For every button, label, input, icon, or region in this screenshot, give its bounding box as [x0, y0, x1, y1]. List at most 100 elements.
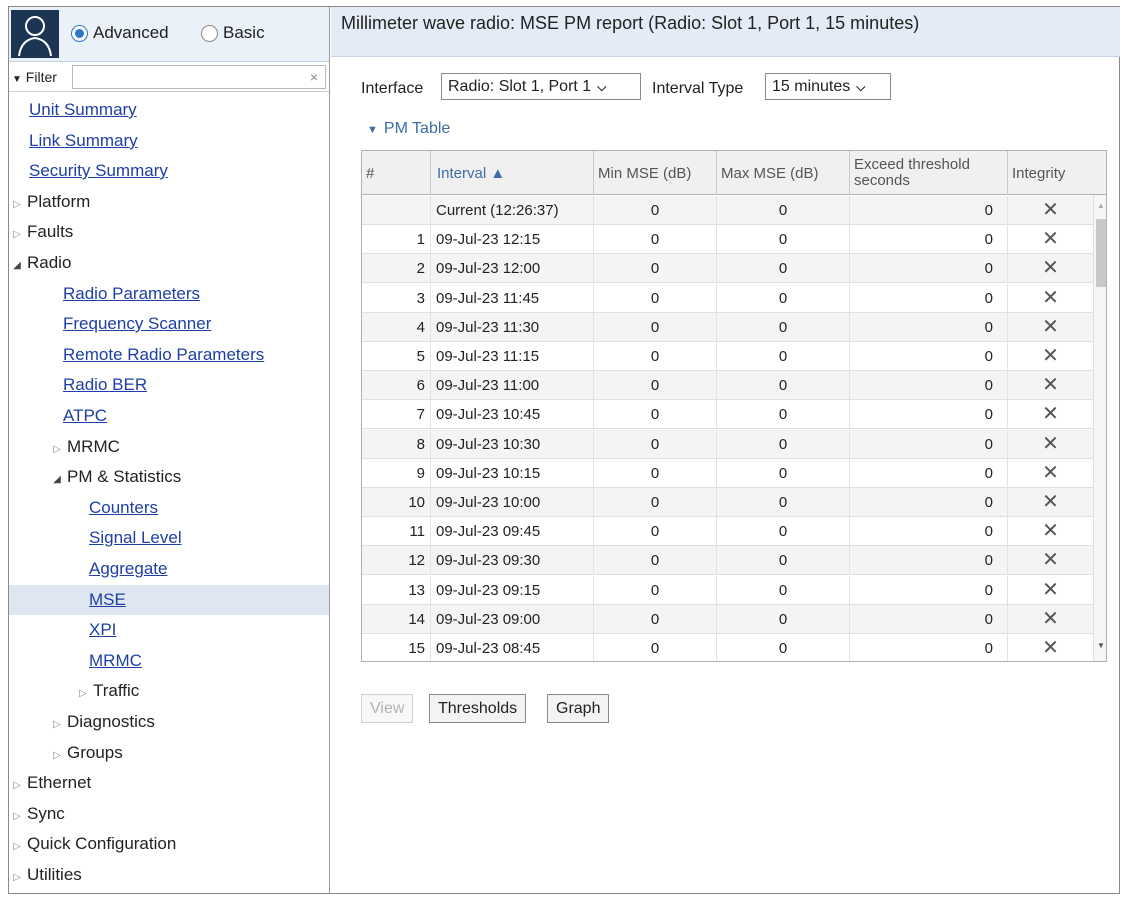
cell-exceed: 0 — [850, 430, 1008, 459]
nav-folder-platform[interactable]: ▷ Platform — [9, 187, 329, 217]
nav-link-mse[interactable]: MSE — [9, 585, 329, 615]
nav-link-security-summary[interactable]: Security Summary — [9, 156, 329, 186]
nav-link-frequency-scanner[interactable]: Frequency Scanner — [9, 309, 329, 339]
cell-integrity: ✕ — [1008, 196, 1093, 225]
nav-folder-groups[interactable]: ▷ Groups — [9, 738, 329, 768]
integrity-fail-icon: ✕ — [1042, 403, 1059, 425]
radio-checked-icon — [71, 24, 88, 42]
cell-integrity: ✕ — [1008, 254, 1093, 283]
column-header-exceed[interactable]: Exceed threshold seconds — [850, 151, 1008, 195]
caret-closed-icon[interactable]: ▷ — [51, 710, 63, 740]
table-row[interactable]: 13 09-Jul-23 09:15 0 0 0 ✕ — [362, 576, 1093, 605]
nav-link-xpi[interactable]: XPI — [9, 615, 329, 645]
nav-folder-pm-statistics[interactable]: ◢ PM & Statistics — [9, 462, 329, 492]
table-scrollbar[interactable]: ▲ ▼ — [1093, 195, 1106, 661]
user-icon[interactable] — [11, 10, 59, 58]
graph-button[interactable]: Graph — [547, 694, 610, 723]
nav-link-aggregate[interactable]: Aggregate — [9, 554, 329, 584]
table-row[interactable]: 2 09-Jul-23 12:00 0 0 0 ✕ — [362, 254, 1093, 283]
nav-link-signal-level[interactable]: Signal Level — [9, 523, 329, 553]
nav-folder-mrmc[interactable]: ▷ MRMC — [9, 432, 329, 462]
caret-closed-icon[interactable]: ▷ — [11, 771, 23, 801]
nav-label: Radio — [27, 253, 72, 272]
caret-open-icon[interactable]: ◢ — [51, 465, 63, 495]
nav-folder-sync[interactable]: ▷ Sync — [9, 799, 329, 829]
cell-exceed: 0 — [850, 546, 1008, 575]
caret-closed-icon[interactable]: ▷ — [11, 863, 23, 893]
nav-label: Security Summary — [29, 161, 168, 180]
nav-folder-utilities[interactable]: ▷ Utilities — [9, 860, 329, 890]
cell-interval: 09-Jul-23 10:00 — [431, 488, 594, 517]
nav-link-link-summary[interactable]: Link Summary — [9, 126, 329, 156]
view-button[interactable]: View — [361, 694, 414, 723]
caret-closed-icon[interactable]: ▷ — [51, 435, 63, 465]
caret-closed-icon[interactable]: ▷ — [11, 190, 23, 220]
nav-link-radio-ber[interactable]: Radio BER — [9, 370, 329, 400]
caret-open-icon[interactable]: ◢ — [11, 251, 23, 281]
table-row[interactable]: 7 09-Jul-23 10:45 0 0 0 ✕ — [362, 400, 1093, 429]
nav-link-radio-parameters[interactable]: Radio Parameters — [9, 279, 329, 309]
thresholds-button[interactable]: Thresholds — [429, 694, 527, 723]
column-header-min-mse[interactable]: Min MSE (dB) — [594, 151, 717, 195]
nav-link-mrmc[interactable]: MRMC — [9, 646, 329, 676]
integrity-fail-icon: ✕ — [1042, 520, 1059, 542]
caret-closed-icon[interactable]: ▷ — [51, 741, 63, 771]
table-row[interactable]: Current (12:26:37) 0 0 0 ✕ — [362, 196, 1093, 225]
nav-folder-ethernet[interactable]: ▷ Ethernet — [9, 768, 329, 798]
nav-link-counters[interactable]: Counters — [9, 493, 329, 523]
interface-select[interactable]: Radio: Slot 1, Port 1 ⌵ — [441, 73, 641, 100]
cell-integrity: ✕ — [1008, 430, 1093, 459]
mode-basic-radio[interactable]: Basic — [201, 23, 265, 43]
cell-max-mse: 0 — [717, 284, 850, 313]
cell-max-mse: 0 — [717, 225, 850, 254]
table-row[interactable]: 15 09-Jul-23 08:45 0 0 0 ✕ — [362, 634, 1093, 661]
nav-folder-faults[interactable]: ▷ Faults — [9, 217, 329, 247]
table-row[interactable]: 4 09-Jul-23 11:30 0 0 0 ✕ — [362, 313, 1093, 342]
nav-label: Diagnostics — [67, 712, 155, 731]
table-row[interactable]: 3 09-Jul-23 11:45 0 0 0 ✕ — [362, 284, 1093, 313]
caret-closed-icon[interactable]: ▷ — [77, 679, 89, 709]
caret-closed-icon[interactable]: ▷ — [11, 802, 23, 832]
cell-min-mse: 0 — [594, 342, 717, 371]
table-row[interactable]: 6 09-Jul-23 11:00 0 0 0 ✕ — [362, 371, 1093, 400]
scroll-down-icon[interactable]: ▼ — [1094, 639, 1106, 653]
scroll-up-icon[interactable]: ▲ — [1094, 199, 1106, 213]
scrollbar-thumb[interactable] — [1096, 219, 1106, 287]
table-row[interactable]: 9 09-Jul-23 10:15 0 0 0 ✕ — [362, 459, 1093, 488]
nav-folder-traffic[interactable]: ▷ Traffic — [9, 676, 329, 706]
column-header-num[interactable]: # — [362, 151, 431, 195]
clear-filter-icon[interactable]: × — [305, 68, 323, 86]
table-row[interactable]: 1 09-Jul-23 12:15 0 0 0 ✕ — [362, 225, 1093, 254]
cell-min-mse: 0 — [594, 254, 717, 283]
caret-closed-icon[interactable]: ▷ — [11, 832, 23, 862]
integrity-fail-icon: ✕ — [1042, 316, 1059, 338]
filter-input[interactable] — [72, 65, 326, 89]
nav-link-unit-summary[interactable]: Unit Summary — [9, 95, 329, 125]
column-header-max-mse[interactable]: Max MSE (dB) — [717, 151, 850, 195]
filter-toggle[interactable]: ▼ Filter — [12, 69, 57, 85]
cell-max-mse: 0 — [717, 605, 850, 634]
table-row[interactable]: 10 09-Jul-23 10:00 0 0 0 ✕ — [362, 488, 1093, 517]
nav-link-remote-radio-parameters[interactable]: Remote Radio Parameters — [9, 340, 329, 370]
exceed-header-line2: seconds — [854, 172, 910, 189]
table-row[interactable]: 11 09-Jul-23 09:45 0 0 0 ✕ — [362, 517, 1093, 546]
interval-type-select[interactable]: 15 minutes ⌵ — [765, 73, 891, 100]
column-header-interval[interactable]: Interval ▲ — [431, 151, 594, 195]
table-row[interactable]: 14 09-Jul-23 09:00 0 0 0 ✕ — [362, 605, 1093, 634]
nav-label: MRMC — [89, 651, 142, 670]
table-row[interactable]: 8 09-Jul-23 10:30 0 0 0 ✕ — [362, 430, 1093, 459]
nav-link-atpc[interactable]: ATPC — [9, 401, 329, 431]
nav-folder-diagnostics[interactable]: ▷ Diagnostics — [9, 707, 329, 737]
cell-exceed: 0 — [850, 576, 1008, 605]
mode-advanced-radio[interactable]: Advanced — [71, 23, 169, 43]
cell-integrity: ✕ — [1008, 342, 1093, 371]
table-row[interactable]: 5 09-Jul-23 11:15 0 0 0 ✕ — [362, 342, 1093, 371]
pm-table-title: PM Table — [383, 120, 451, 137]
pm-table-toggle[interactable]: ▼ PM Table — [367, 120, 450, 138]
cell-integrity: ✕ — [1008, 488, 1093, 517]
nav-folder-radio[interactable]: ◢ Radio — [9, 248, 329, 278]
table-row[interactable]: 12 09-Jul-23 09:30 0 0 0 ✕ — [362, 546, 1093, 575]
caret-closed-icon[interactable]: ▷ — [11, 220, 23, 250]
column-header-integrity[interactable]: Integrity — [1008, 151, 1106, 195]
nav-folder-quick-configuration[interactable]: ▷ Quick Configuration — [9, 829, 329, 859]
